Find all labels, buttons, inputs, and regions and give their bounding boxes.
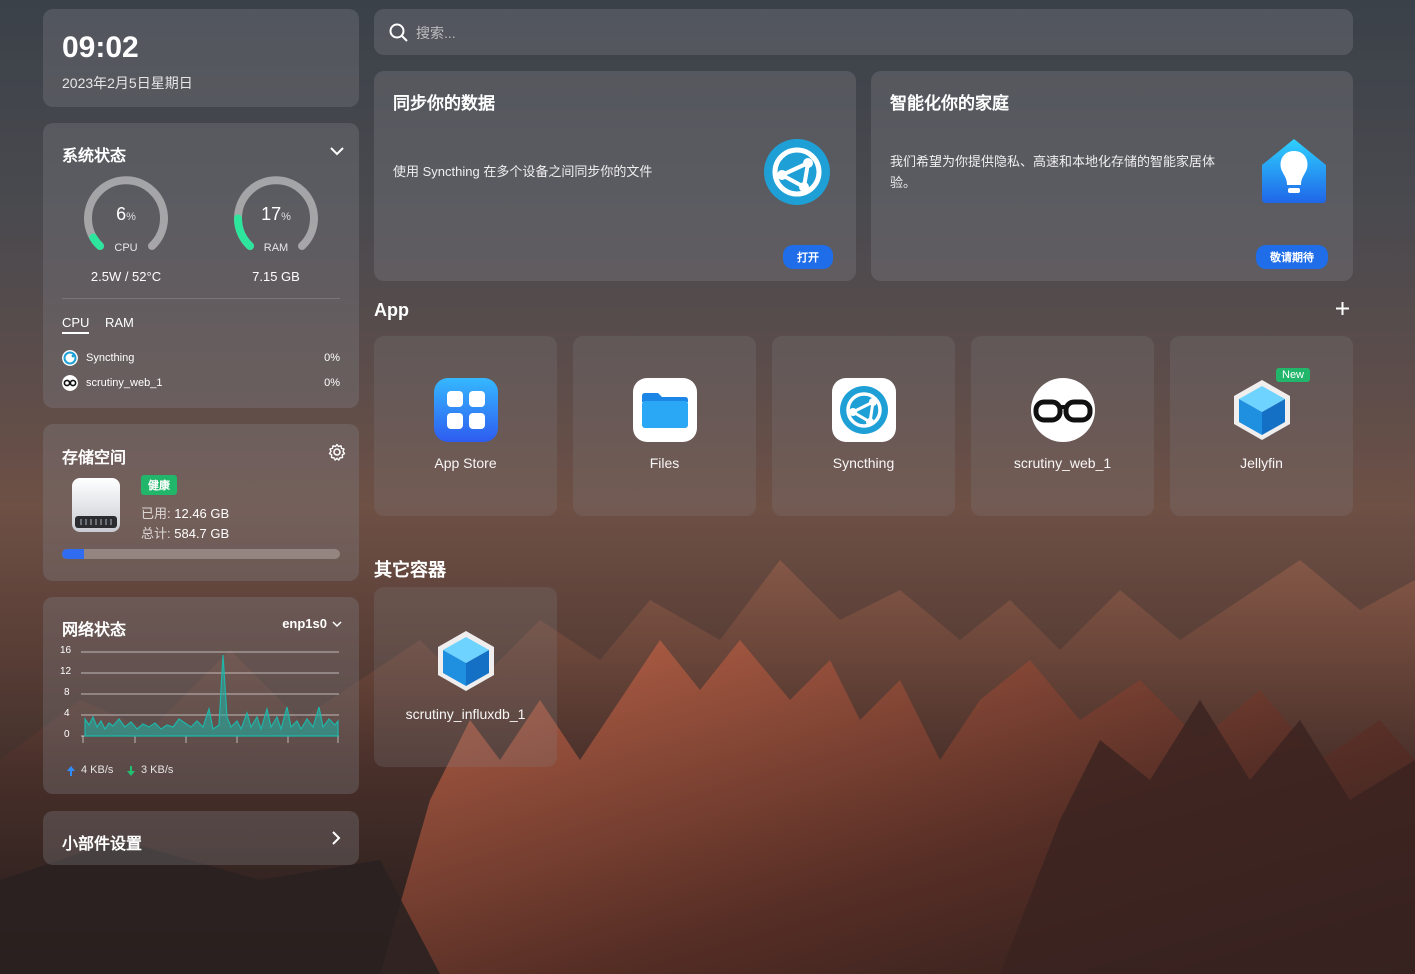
app-store-icon: [434, 378, 498, 442]
tab-cpu[interactable]: CPU: [62, 315, 90, 334]
y-tick: 12: [60, 666, 72, 677]
files-icon: [633, 378, 697, 442]
storage-total: 总计: 584.7 GB: [141, 526, 230, 541]
syncthing-icon: [62, 350, 78, 366]
sync-data-card: 同步你的数据 使用 Syncthing 在多个设备之间同步你的文件 打开: [374, 71, 856, 281]
divider: [62, 298, 340, 299]
feature-title: 智能化你的家庭: [890, 94, 1009, 113]
upload-arrow-icon: [67, 766, 75, 776]
gear-icon[interactable]: [328, 443, 346, 461]
storage-usage-fill: [62, 549, 85, 559]
glasses-icon: [62, 375, 78, 391]
storage-usage-bar: [62, 549, 340, 559]
feature-description: 使用 Syncthing 在多个设备之间同步你的文件: [393, 164, 653, 179]
cube-icon: [1234, 380, 1290, 440]
chevron-down-icon[interactable]: [332, 620, 342, 628]
y-tick: 0: [64, 729, 70, 740]
app-label: Files: [649, 455, 680, 471]
app-label: App Store: [434, 455, 497, 471]
ram-percent: 17%: [261, 204, 291, 224]
container-tile-scrutiny-influxdb[interactable]: scrutiny_influxdb_1: [374, 587, 557, 767]
system-status-widget: 系统状态 6% CPU 2.5W / 52°C 17% RAM 7.15 GB …: [43, 123, 359, 408]
system-status-title: 系统状态: [62, 148, 127, 165]
search-icon: [389, 23, 408, 42]
cpu-label: CPU: [114, 242, 138, 254]
smart-home-card: 智能化你的家庭 我们希望为你提供隐私、高速和本地化存储的智能家居体验。 敬请期待: [871, 71, 1353, 281]
feature-description: 我们希望为你提供隐私、高速和本地化存储的智能家居体验。: [890, 154, 1216, 190]
y-tick: 16: [60, 645, 72, 656]
app-label: Syncthing: [832, 455, 895, 471]
process-name: Syncthing: [86, 352, 135, 364]
cpu-power-temp: 2.5W / 52°C: [90, 269, 162, 284]
app-tile-scrutiny-web[interactable]: scrutiny_web_1: [971, 336, 1154, 516]
clock-date: 2023年2月5日星期日: [62, 75, 193, 91]
ram-used: 7.15 GB: [252, 269, 300, 284]
app-tile-jellyfin[interactable]: New Jellyfin: [1170, 336, 1353, 516]
cpu-gauge: 6% CPU: [78, 170, 174, 266]
ram-label: RAM: [263, 242, 289, 254]
network-title: 网络状态: [62, 622, 127, 639]
process-row: Syncthing 0%: [62, 350, 340, 368]
storage-widget: 存储空间 健康 已用: 12.46 GB 总计: 584.7 GB: [43, 424, 359, 581]
widget-settings-label: 小部件设置: [62, 836, 143, 853]
cpu-percent: 6%: [116, 204, 136, 224]
glasses-icon: [1031, 378, 1095, 442]
syncthing-icon: [832, 378, 896, 442]
app-tile-files[interactable]: Files: [573, 336, 756, 516]
add-app-icon[interactable]: [1335, 301, 1350, 316]
open-button[interactable]: 打开: [783, 245, 833, 269]
upload-speed: 4 KB/s: [81, 764, 114, 776]
other-containers-title: 其它容器: [374, 560, 446, 580]
network-widget: 网络状态 enp1s0 16 12 8 4 0 4 KB/s 3 KB/s: [43, 597, 359, 794]
app-tile-syncthing[interactable]: Syncthing: [772, 336, 955, 516]
hard-drive-icon: [72, 478, 120, 532]
app-label: Jellyfin: [1240, 455, 1283, 471]
y-tick: 4: [64, 708, 70, 719]
cube-icon: [438, 631, 494, 691]
download-speed: 3 KB/s: [141, 764, 174, 776]
process-usage: 0%: [324, 377, 340, 389]
app-label: scrutiny_web_1: [1013, 455, 1112, 471]
download-arrow-icon: [127, 766, 135, 776]
storage-title: 存储空间: [62, 450, 127, 467]
storage-used: 已用: 12.46 GB: [141, 506, 230, 521]
process-usage: 0%: [324, 352, 340, 364]
search-input[interactable]: [414, 21, 1318, 45]
ram-gauge: 17% RAM: [228, 170, 324, 266]
health-badge: 健康: [141, 475, 177, 495]
search-bar: [374, 9, 1353, 55]
feature-title: 同步你的数据: [393, 94, 495, 113]
chevron-down-icon[interactable]: [329, 145, 345, 157]
smart-home-icon: [1262, 139, 1326, 203]
process-row: scrutiny_web_1 0%: [62, 375, 340, 393]
network-traffic-chart: [81, 651, 339, 743]
chevron-right-icon: [332, 831, 341, 845]
apps-section-title: App: [374, 300, 409, 320]
app-tile-app-store[interactable]: App Store: [374, 336, 557, 516]
new-badge: New: [1276, 368, 1311, 382]
interface-select[interactable]: enp1s0: [282, 616, 327, 631]
widget-settings-button[interactable]: 小部件设置: [43, 811, 359, 865]
coming-soon-button[interactable]: 敬请期待: [1256, 245, 1328, 269]
process-name: scrutiny_web_1: [86, 377, 163, 389]
tab-ram[interactable]: RAM: [105, 315, 134, 330]
clock-time: 09:02: [62, 31, 139, 64]
clock-widget: 09:02 2023年2月5日星期日: [43, 9, 359, 107]
syncthing-icon: [764, 139, 830, 205]
y-tick: 8: [64, 687, 70, 698]
container-label: scrutiny_influxdb_1: [405, 706, 526, 722]
